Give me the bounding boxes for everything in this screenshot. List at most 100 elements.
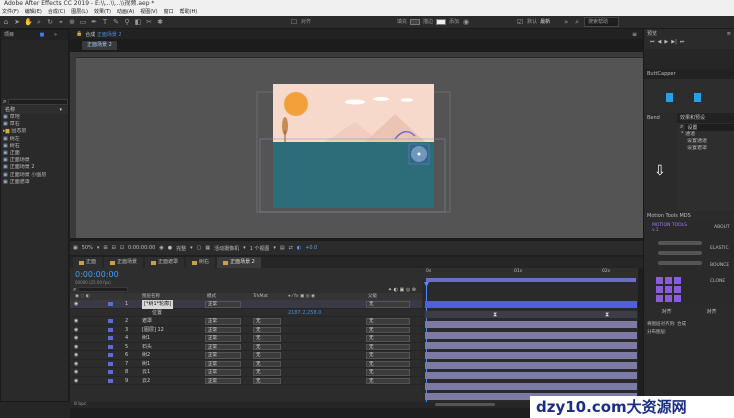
search-icon[interactable]: ⌕: [680, 123, 683, 131]
elastic-button[interactable]: ELASTIC: [710, 246, 729, 251]
trkmat-dropdown[interactable]: 无: [253, 335, 281, 342]
property-value[interactable]: 2187.2,258.0: [288, 309, 321, 318]
label-color-swatch[interactable]: [108, 311, 113, 315]
chevron-down-icon[interactable]: ▾: [97, 245, 100, 251]
effect-item[interactable]: 设置遮罩: [677, 145, 734, 152]
parent-dropdown[interactable]: 无: [366, 377, 410, 384]
align-tab-2[interactable]: 对齐: [689, 306, 734, 318]
exposure-icon[interactable]: ◐: [297, 245, 301, 251]
parent-dropdown[interactable]: 无: [366, 343, 410, 350]
chevron-down-icon[interactable]: ▾: [190, 245, 193, 251]
chevron-down-icon[interactable]: ▾: [243, 245, 246, 251]
visibility-eye-icon[interactable]: ◉: [74, 334, 78, 343]
layer-duration-bar[interactable]: [425, 352, 637, 359]
layer-row[interactable]: ◉ 3 [图层] 12 正常 无 无: [70, 326, 422, 335]
viewer-timecode[interactable]: 0:00:00:00: [128, 245, 155, 251]
layer-row[interactable]: ◉ 5 石头 正常 无 无: [70, 343, 422, 352]
layer-name[interactable]: 树2: [142, 351, 150, 360]
timeline-tab[interactable]: 树右: [186, 257, 216, 268]
lock-icon[interactable]: 🔒: [76, 31, 82, 37]
timeline-switches[interactable]: ✦ ◐ ▣ ◎ ⊗: [388, 287, 416, 293]
rotate-tool-icon[interactable]: ↻: [46, 18, 54, 26]
anchor-point-button[interactable]: [665, 295, 672, 302]
butt-cap-icon[interactable]: [666, 93, 673, 102]
blend-mode-dropdown[interactable]: 正常: [205, 301, 241, 308]
menu-item[interactable]: 动画(A): [117, 8, 134, 16]
zoom-slider[interactable]: [435, 403, 495, 406]
trkmat-dropdown[interactable]: 无: [253, 318, 281, 325]
playhead-marker-icon[interactable]: [424, 282, 429, 287]
label-color-swatch[interactable]: [108, 336, 113, 340]
effects-presets-tab[interactable]: 效果和预设: [677, 113, 734, 123]
timeline-timecode[interactable]: 0:00:00:00: [75, 270, 119, 279]
label-color-swatch[interactable]: [108, 319, 113, 323]
views-dropdown[interactable]: 1 个视图: [250, 245, 270, 252]
workspace-default[interactable]: 默认: [527, 18, 537, 26]
layer-name[interactable]: 石头: [142, 343, 152, 352]
home-icon[interactable]: ⌂: [2, 18, 10, 26]
layer-duration-bar[interactable]: [425, 331, 637, 339]
stroke-label[interactable]: 描边: [423, 18, 433, 26]
project-column-header[interactable]: 名称 ▾: [1, 106, 68, 114]
blend-mode-dropdown[interactable]: 正常: [205, 360, 241, 367]
project-tab[interactable]: 项目 ■ »: [1, 30, 68, 40]
bend-tab[interactable]: Bend: [644, 113, 674, 123]
brush-tool-icon[interactable]: ✎: [112, 18, 120, 26]
visibility-eye-icon[interactable]: ◉: [74, 368, 78, 377]
project-search-input[interactable]: [8, 99, 68, 105]
roto-tool-icon[interactable]: ✂: [145, 18, 153, 26]
timeline-tab[interactable]: 正面遮罩: [145, 257, 185, 268]
region-icon[interactable]: ▢: [197, 245, 202, 251]
keyframe-icon[interactable]: ⧗: [605, 311, 609, 319]
effect-item[interactable]: * 通道: [677, 131, 734, 138]
parent-dropdown[interactable]: 无: [366, 335, 410, 342]
camera-tool-icon[interactable]: ⌖: [57, 18, 65, 26]
blend-mode-dropdown[interactable]: 正常: [205, 369, 241, 376]
parent-header[interactable]: 父级: [368, 293, 377, 300]
ease-slider[interactable]: [658, 261, 702, 265]
align-target-dropdown[interactable]: 合成: [677, 322, 686, 327]
layer-name[interactable]: 云2: [142, 377, 150, 386]
parent-dropdown[interactable]: 无: [366, 301, 410, 308]
next-frame-icon[interactable]: ▶|: [671, 39, 677, 49]
layout-icon[interactable]: ▤: [280, 245, 285, 251]
blend-mode-dropdown[interactable]: 正常: [205, 343, 241, 350]
parent-dropdown[interactable]: 无: [366, 326, 410, 333]
parent-dropdown[interactable]: 无: [366, 369, 410, 376]
exposure-value[interactable]: +0.0: [305, 245, 317, 251]
resolution-icon[interactable]: ▣: [73, 245, 78, 251]
project-item[interactable]: ▸▆ 固态层: [1, 128, 68, 135]
anchor-grid[interactable]: [656, 277, 681, 302]
effects-search-input[interactable]: 设置: [685, 123, 734, 131]
project-item[interactable]: ▣ 正面: [1, 150, 68, 157]
project-item[interactable]: ▣ 草右: [1, 121, 68, 128]
layer-row[interactable]: ◉ 9 云2 正常 无 无: [70, 377, 422, 386]
timeline-tab[interactable]: 正面: [73, 257, 103, 268]
preview-tab[interactable]: 预览 ≡: [644, 29, 734, 39]
round-cap-icon[interactable]: [694, 93, 701, 102]
bounce-button[interactable]: BOUNCE: [710, 263, 729, 268]
anchor-point-button[interactable]: [665, 286, 672, 293]
composition-tab[interactable]: 合成 正面场景 2: [85, 31, 121, 38]
label-color-swatch[interactable]: [108, 344, 113, 349]
layer-name[interactable]: 树1: [142, 334, 150, 343]
visibility-eye-icon[interactable]: ◉: [74, 326, 78, 335]
chevron-down-icon[interactable]: ▾: [273, 245, 276, 251]
mode-header[interactable]: 模式: [207, 293, 216, 300]
add-icon[interactable]: ◉: [462, 18, 470, 26]
panel-menu-icon[interactable]: ≡: [632, 31, 637, 38]
color-channel-icon[interactable]: ●: [168, 245, 172, 251]
parent-dropdown[interactable]: 无: [366, 352, 410, 359]
zoom-dropdown[interactable]: 50%: [82, 245, 93, 251]
anchor-point-button[interactable]: [674, 286, 681, 293]
label-color-swatch[interactable]: [108, 378, 113, 383]
add-label[interactable]: 添加: [449, 18, 459, 26]
flowchart-icon[interactable]: ⇄: [289, 245, 293, 251]
layer-row[interactable]: ◉ 6 树2 正常 无 无: [70, 351, 422, 360]
trkmat-dropdown[interactable]: 无: [253, 326, 281, 333]
first-frame-icon[interactable]: ⏮: [650, 39, 655, 49]
clone-tool-icon[interactable]: ⚲: [123, 18, 131, 26]
project-item[interactable]: ▣ 正面场景 小图层: [1, 172, 68, 179]
project-item[interactable]: ▣ 正面场景 2: [1, 164, 68, 171]
eraser-tool-icon[interactable]: ◧: [134, 18, 142, 26]
